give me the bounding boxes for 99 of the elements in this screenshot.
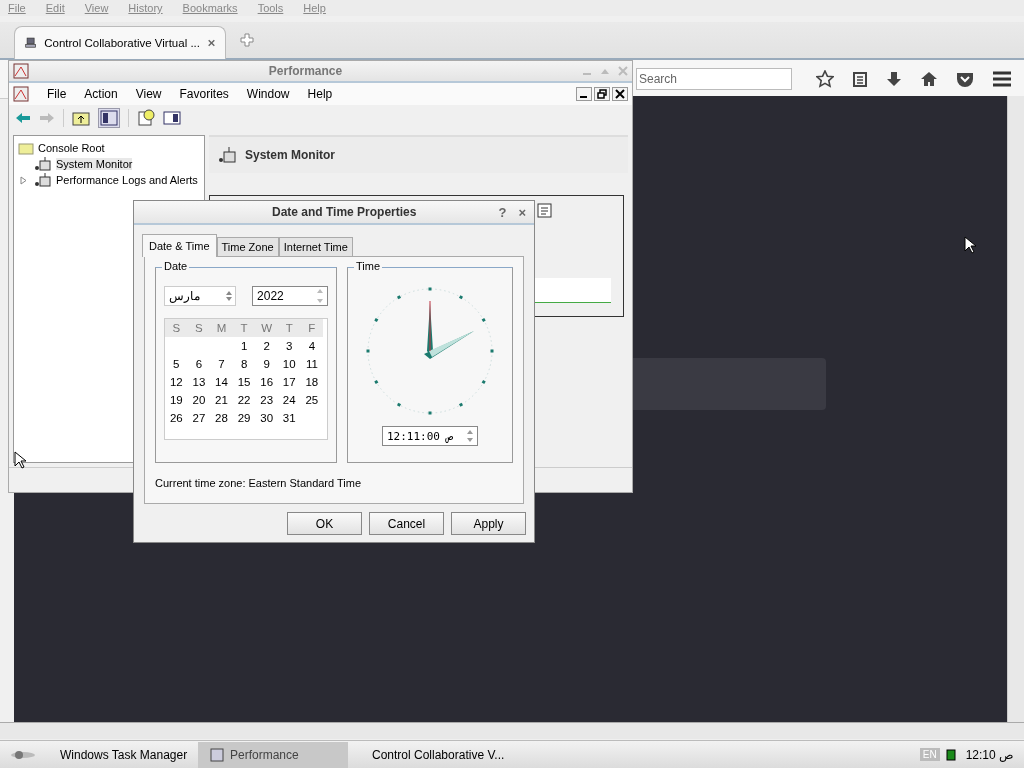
calendar-day[interactable]: 9 [255, 358, 278, 370]
calendar-day[interactable]: 4 [300, 340, 324, 352]
folder-icon [18, 141, 34, 155]
calendar-day[interactable]: 22 [232, 394, 256, 406]
home-icon[interactable] [920, 71, 938, 87]
menu-icon[interactable] [992, 71, 1012, 87]
year-field[interactable]: 2022 [252, 286, 328, 306]
spinner-icon[interactable] [225, 290, 234, 302]
menu-item[interactable]: File [47, 87, 67, 101]
help-icon[interactable] [137, 109, 155, 127]
weekday-label: F [300, 319, 324, 337]
tab[interactable]: Internet Time [278, 237, 353, 256]
scrollbar[interactable] [0, 722, 1024, 739]
menu-item[interactable]: Favorites [179, 87, 229, 101]
calendar-day[interactable]: 13 [187, 376, 211, 388]
clock: 12:10 ص [965, 747, 1014, 762]
search-field[interactable]: Search [636, 68, 792, 90]
calendar-day[interactable]: 3 [277, 340, 301, 352]
calendar-day[interactable]: 23 [255, 394, 278, 406]
dialog-title: Date and Time Properties [270, 205, 418, 219]
taskbar-button[interactable]: Control Collaborative V... [354, 741, 504, 768]
taskbar-button[interactable]: Performance [198, 741, 348, 768]
help-button[interactable]: ? [498, 204, 507, 220]
taskbar-button[interactable]: Windows Task Manager [42, 741, 192, 768]
menu-item[interactable]: Window [246, 87, 290, 101]
chart-icon [13, 86, 29, 102]
group-label: Date [162, 260, 190, 272]
monitor-icon [217, 146, 237, 164]
tree-toggle-icon[interactable] [98, 108, 120, 128]
tree-item[interactable]: System Monitor [56, 158, 133, 170]
calendar-day[interactable]: 18 [300, 376, 324, 388]
calendar-day[interactable]: 2 [255, 340, 278, 352]
window-title: Performance [267, 64, 344, 78]
calendar-day[interactable]: 24 [277, 394, 301, 406]
panel-icon[interactable] [163, 110, 181, 126]
restore-icon[interactable] [594, 87, 610, 101]
calendar-day[interactable]: 17 [277, 376, 301, 388]
month-field[interactable]: مارس [164, 286, 237, 306]
pocket-icon[interactable] [956, 71, 974, 87]
scrollbar[interactable] [1007, 96, 1024, 722]
pointer-icon [964, 236, 976, 254]
clipboard-icon[interactable] [852, 71, 868, 87]
calendar-day[interactable]: 12 [165, 376, 188, 388]
pane-title: System Monitor [245, 148, 335, 162]
chart-icon [13, 63, 29, 79]
time-field[interactable]: 12:11:00 ص [382, 426, 478, 446]
calendar-day[interactable]: 16 [255, 376, 278, 388]
calendar-day[interactable]: 31 [277, 412, 301, 424]
tree-item[interactable]: Console Root [38, 142, 105, 154]
calendar-day[interactable]: 8 [232, 358, 256, 370]
battery-icon [945, 748, 956, 761]
folder-up-icon[interactable] [72, 110, 90, 126]
properties-icon[interactable] [537, 202, 553, 218]
minimize-icon[interactable] [576, 87, 592, 101]
calendar-day[interactable]: 15 [232, 376, 256, 388]
dialog-button[interactable]: OK [287, 512, 362, 535]
weekday-label: T [232, 319, 256, 337]
calendar-day[interactable]: 6 [187, 358, 211, 370]
computer-icon [25, 34, 37, 51]
close-button[interactable]: × [518, 204, 526, 220]
calendar-day[interactable]: 11 [300, 358, 324, 370]
menu-item[interactable]: View [135, 87, 162, 101]
menu-item[interactable]: Action [84, 87, 118, 101]
calendar-day[interactable]: 27 [187, 412, 211, 424]
group-label: Time [354, 260, 383, 272]
calendar-day[interactable]: 29 [232, 412, 256, 424]
calendar-day[interactable]: 1 [232, 340, 256, 352]
back-icon[interactable] [15, 112, 31, 124]
dialog-button[interactable]: Cancel [369, 512, 444, 535]
weekday-label: S [165, 319, 188, 337]
calendar-day[interactable]: 26 [165, 412, 188, 424]
window-icon [210, 747, 224, 762]
download-icon[interactable] [886, 71, 902, 87]
weekday-label: T [277, 319, 301, 337]
calendar-day[interactable]: 21 [210, 394, 233, 406]
dialog-button[interactable]: Apply [451, 512, 526, 535]
calendar-day[interactable]: 25 [300, 394, 324, 406]
star-icon[interactable] [816, 70, 834, 88]
calendar-day[interactable]: 19 [165, 394, 188, 406]
weekday-label: S [187, 319, 211, 337]
browser-tab[interactable]: Control Collaborative Virtual ... [14, 25, 226, 59]
expand-icon[interactable] [20, 175, 27, 185]
close-icon[interactable] [612, 87, 628, 101]
calendar-day[interactable]: 14 [210, 376, 233, 388]
tab[interactable]: Time Zone [216, 237, 279, 256]
weekday-label: W [255, 319, 278, 337]
calendar-day[interactable]: 28 [210, 412, 233, 424]
monitor-icon [34, 156, 52, 172]
tree-item[interactable]: Performance Logs and Alerts [56, 174, 198, 186]
calendar-day[interactable]: 20 [187, 394, 211, 406]
new-tab-icon[interactable] [240, 33, 254, 47]
menu-item[interactable]: Help [307, 87, 333, 101]
calendar-day[interactable]: 10 [277, 358, 301, 370]
weekday-label: M [210, 319, 233, 337]
tab[interactable]: Date & Time [142, 234, 217, 257]
calendar-day[interactable]: 5 [165, 358, 188, 370]
calendar-day[interactable]: 30 [255, 412, 278, 424]
timezone-text: Current time zone: Eastern Standard Time [155, 476, 363, 489]
calendar-day[interactable]: 7 [210, 358, 233, 370]
